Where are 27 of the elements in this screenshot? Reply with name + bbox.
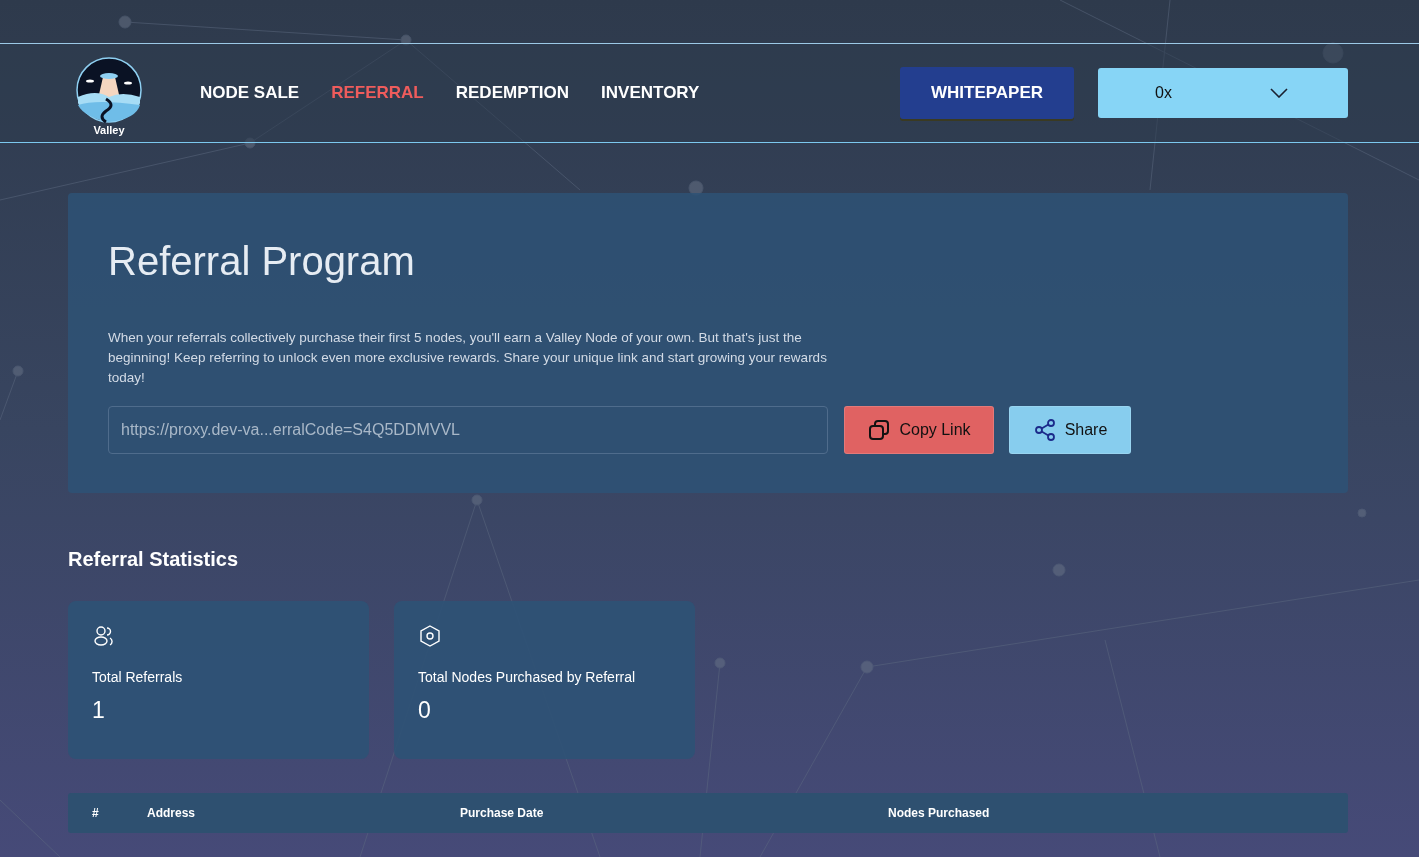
column-header: Address <box>147 806 197 820</box>
share-icon <box>1032 418 1057 442</box>
valley-logo[interactable]: Valley <box>76 56 142 136</box>
copy-icon <box>867 418 892 442</box>
wallet-dropdown[interactable]: 0x <box>1098 68 1348 118</box>
section-heading: Referral Statistics <box>68 548 240 571</box>
stat-label: Total Nodes Purchased by Referral <box>418 669 637 685</box>
share-button[interactable]: Share <box>1009 406 1131 454</box>
referral-description: When your referrals collectively purchase their first 5 nodes, you'll earn a Valley Node of your own. But that's just the beginning! Keep referring to unlock even more exclusive rewards. Share your unique link and start growing your rewards today! <box>108 329 828 387</box>
chevron-down-icon <box>1270 88 1288 98</box>
referral-link-field[interactable]: https://proxy.dev-va...erralCode=S4Q5DDMVVL <box>108 406 828 454</box>
stat-label: Total Referrals <box>92 669 184 685</box>
stat-value: 1 <box>92 697 106 724</box>
column-header: # <box>92 806 100 820</box>
column-header: Nodes Purchased <box>888 806 990 820</box>
stat-value: 0 <box>418 697 432 724</box>
nav-link[interactable]: INVENTORY <box>601 83 700 103</box>
page-title: Referral Program <box>108 239 416 284</box>
whitepaper-button[interactable]: WHITEPAPER <box>900 67 1074 119</box>
copy-link-button[interactable]: Copy Link <box>844 406 994 454</box>
valley-logo-icon <box>76 56 142 123</box>
logo-text: Valley <box>93 123 125 136</box>
users-icon <box>92 624 116 648</box>
column-header: Purchase Date <box>460 806 545 820</box>
nav-link[interactable]: NODE SALE <box>200 83 300 103</box>
hexagon-icon <box>418 624 442 648</box>
nav-link[interactable]: REDEMPTION <box>455 83 570 103</box>
